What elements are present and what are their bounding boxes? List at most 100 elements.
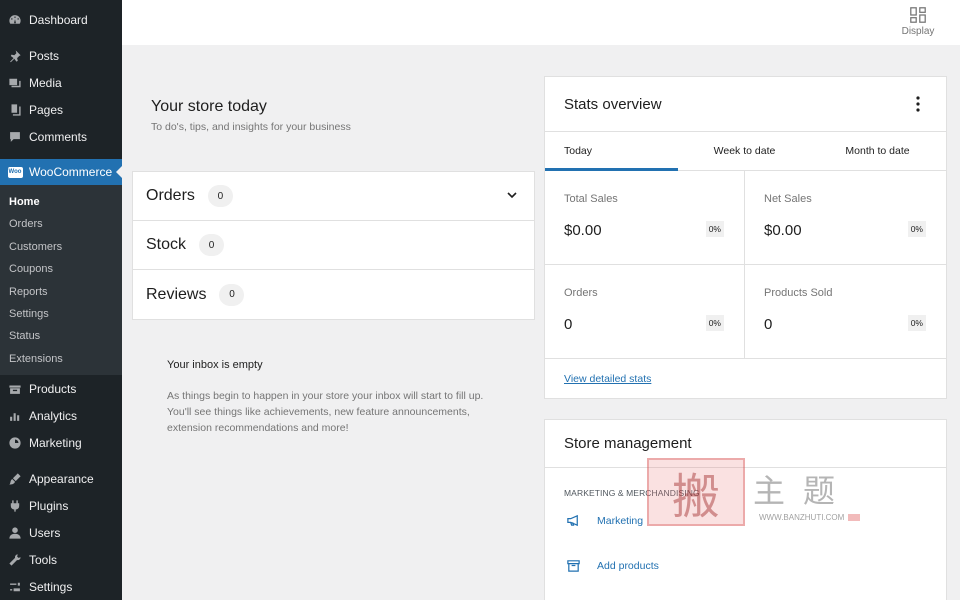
reviews-count-badge: 0 — [219, 283, 245, 306]
shortcut-label: Marketing — [597, 514, 644, 527]
stat-label: Products Sold — [764, 287, 833, 299]
sidebar-item-woocommerce[interactable]: Woo WooCommerce — [0, 159, 122, 185]
submenu-item-extensions[interactable]: Extensions — [0, 348, 122, 370]
sidebar-item-label: Products — [29, 381, 77, 396]
sidebar-item-label: Plugins — [29, 498, 69, 513]
sidebar-item-plugins[interactable]: Plugins — [0, 492, 122, 519]
display-layout-icon — [910, 7, 926, 23]
plugin-icon — [7, 498, 23, 514]
orders-count-badge: 0 — [207, 185, 233, 207]
page-subtitle: To do's, tips, and insights for your bus… — [151, 121, 351, 133]
stats-overview-header: Stats overview — [545, 77, 946, 132]
sidebar-item-media[interactable]: Media — [0, 69, 122, 96]
pages-icon — [7, 102, 23, 118]
tab-month-to-date[interactable]: Month to date — [811, 132, 944, 170]
sidebar-item-comments[interactable]: Comments — [0, 123, 122, 150]
orders-panel-row[interactable]: Orders 0 — [133, 172, 534, 221]
sidebar-item-label: WooCommerce — [29, 165, 113, 179]
stat-label: Net Sales — [764, 193, 812, 205]
inbox-empty-state: Your inbox is empty As things begin to h… — [167, 359, 507, 436]
display-button[interactable]: Display — [900, 5, 936, 37]
submenu-item-orders[interactable]: Orders — [0, 213, 122, 235]
orders-label: Orders — [146, 187, 195, 204]
sidebar-item-tools[interactable]: Tools — [0, 546, 122, 573]
inbox-title: Your inbox is empty — [167, 359, 263, 371]
submenu-item-settings[interactable]: Settings — [0, 303, 122, 325]
stat-delta-badge: 0% — [705, 221, 724, 237]
section-heading: MARKETING & MERCHANDISING — [564, 488, 700, 498]
tab-today[interactable]: Today — [545, 132, 678, 171]
stock-label: Stock — [146, 236, 187, 253]
reviews-label: Reviews — [146, 285, 207, 303]
brush-icon — [7, 471, 23, 487]
media-icon — [7, 75, 23, 91]
dashboard-icon — [7, 12, 23, 28]
pin-icon — [7, 48, 23, 64]
stock-count-badge: 0 — [199, 234, 225, 256]
sidebar-item-label: Settings — [29, 579, 73, 594]
woocommerce-submenu: Home Orders Customers Coupons Reports Se… — [0, 185, 122, 376]
stats-overview-title: Stats overview — [564, 95, 662, 113]
submenu-item-status[interactable]: Status — [0, 325, 122, 347]
stat-net-sales[interactable]: Net Sales $0.00 0% — [745, 171, 946, 265]
stats-footer: View detailed stats — [545, 359, 946, 399]
sidebar-item-pages[interactable]: Pages — [0, 96, 122, 123]
users-icon — [7, 525, 23, 541]
shortcut-label: Add products — [597, 559, 659, 572]
reviews-panel-row[interactable]: Reviews 0 — [133, 270, 534, 319]
sidebar-item-label: Media — [29, 75, 62, 90]
more-options-icon[interactable] — [916, 96, 920, 112]
sidebar-item-label: Posts — [29, 48, 60, 63]
megaphone-icon — [567, 514, 578, 527]
sidebar-item-label: Analytics — [29, 408, 78, 423]
view-detailed-stats-link[interactable]: View detailed stats — [564, 373, 651, 385]
shortcut-marketing[interactable]: Marketing — [545, 498, 946, 543]
stats-grid: Total Sales $0.00 0% Net Sales $0.00 0% … — [545, 171, 946, 359]
store-management-header: Store management — [545, 420, 946, 468]
submenu-item-customers[interactable]: Customers — [0, 236, 122, 258]
sidebar-item-label: Marketing — [29, 435, 82, 450]
page-title: Your store today — [151, 98, 267, 115]
settings-icon — [7, 579, 23, 595]
sidebar-item-appearance[interactable]: Appearance — [0, 465, 122, 492]
sidebar-item-marketing[interactable]: Marketing — [0, 429, 122, 456]
box-icon — [567, 560, 580, 572]
submenu-item-coupons[interactable]: Coupons — [0, 258, 122, 280]
submenu-item-home[interactable]: Home — [0, 191, 122, 213]
sidebar-item-label: Comments — [29, 129, 88, 144]
submenu-item-reports[interactable]: Reports — [0, 281, 122, 303]
stock-panel-row[interactable]: Stock 0 — [133, 221, 534, 270]
sidebar-item-label: Tools — [29, 552, 58, 567]
sidebar-item-products[interactable]: Products — [0, 375, 122, 402]
store-today-heading: Your store today To do's, tips, and insi… — [151, 98, 351, 133]
stat-delta-badge: 0% — [907, 221, 926, 237]
admin-sidebar: Dashboard Posts Media Pages Comments Woo… — [0, 0, 122, 600]
chevron-down-icon[interactable] — [506, 189, 518, 201]
stat-label: Orders — [564, 287, 598, 299]
display-label: Display — [901, 26, 935, 37]
products-icon — [7, 381, 23, 397]
store-management-title: Store management — [564, 435, 692, 452]
tab-week-to-date[interactable]: Week to date — [678, 132, 811, 170]
stat-total-sales[interactable]: Total Sales $0.00 0% — [545, 171, 745, 265]
sidebar-item-label: Appearance — [29, 471, 94, 486]
sidebar-item-posts[interactable]: Posts — [0, 42, 122, 69]
sidebar-item-label: Users — [29, 525, 61, 540]
analytics-icon — [7, 408, 23, 424]
megaphone-icon — [7, 435, 23, 451]
stat-orders[interactable]: Orders 0 0% — [545, 265, 745, 359]
sidebar-item-users[interactable]: Users — [0, 519, 122, 546]
stats-overview-card: Stats overview Today Week to date Month … — [544, 76, 947, 399]
shortcut-add-products[interactable]: Add products — [545, 543, 946, 588]
sidebar-item-analytics[interactable]: Analytics — [0, 402, 122, 429]
store-management-card: Store management MARKETING & MERCHANDISI… — [544, 419, 947, 600]
sidebar-item-settings[interactable]: Settings — [0, 573, 122, 600]
wrench-icon — [7, 552, 23, 568]
woocommerce-icon: Woo — [7, 164, 23, 180]
stat-products-sold[interactable]: Products Sold 0 0% — [745, 265, 946, 359]
stats-tabs: Today Week to date Month to date — [545, 132, 946, 171]
inbox-message: As things begin to happen in your store … — [167, 390, 484, 434]
top-header-bar: Display — [122, 0, 960, 45]
stat-delta-badge: 0% — [705, 315, 724, 331]
sidebar-item-dashboard[interactable]: Dashboard — [0, 6, 122, 33]
